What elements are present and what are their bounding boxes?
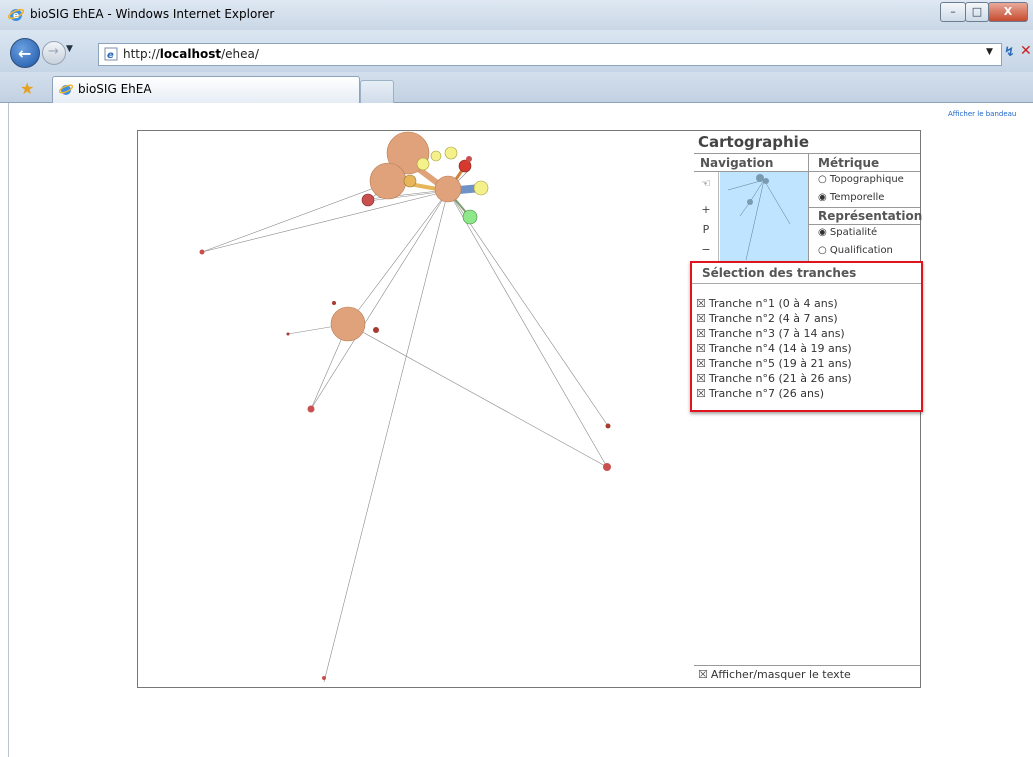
radio-spatialite[interactable]: ◉ Spatialité — [818, 227, 877, 238]
radio-icon: ○ — [818, 245, 827, 256]
zoom-out-button[interactable]: − — [697, 242, 715, 258]
window-titlebar: e bioSIG EhEA - Windows Internet Explore… — [0, 0, 1033, 30]
show-banner-link[interactable]: Afficher le bandeau — [948, 110, 1016, 118]
url-text: http://localhost/ehea/ — [123, 47, 259, 61]
zoom-in-button[interactable]: + — [697, 202, 715, 218]
radio-topographique[interactable]: ○ Topographique — [818, 174, 904, 185]
maximize-button[interactable]: □ — [965, 2, 989, 22]
tab-biosig[interactable]: bioSIG EhEA — [52, 76, 360, 103]
svg-text:e: e — [107, 50, 114, 61]
network-graph — [199, 131, 611, 683]
graph-node — [361, 193, 375, 207]
back-button[interactable]: ← — [10, 38, 40, 68]
graph-node — [605, 423, 611, 429]
checkbox-icon: ☒ — [696, 327, 706, 340]
tranche-checkbox[interactable]: ☒ Tranche n°3 (7 à 14 ans) — [696, 327, 845, 340]
address-bar[interactable]: e http://localhost/ehea/ ▼ — [98, 43, 1002, 66]
checkbox-icon: ☒ — [696, 342, 706, 355]
tranche-checkbox[interactable]: ☒ Tranche n°5 (19 à 21 ans) — [696, 357, 852, 370]
radio-icon: ◉ — [818, 227, 827, 238]
graph-node — [416, 157, 430, 171]
graph-node — [462, 209, 478, 225]
divider — [694, 665, 920, 666]
show-text-toggle[interactable]: ☒ Afficher/masquer le texte — [698, 668, 851, 681]
divider — [808, 207, 920, 208]
pan-hand-icon[interactable]: ☜ — [697, 176, 715, 192]
graph-node — [332, 301, 336, 305]
checkbox-icon: ☒ — [696, 312, 706, 325]
network-map[interactable] — [137, 130, 696, 688]
favorites-star-icon[interactable]: ★ — [20, 79, 34, 98]
tranches-selection-panel: Sélection des tranches ☒ Tranche n°1 (0 à… — [690, 261, 923, 412]
refresh-icon[interactable]: ↯ — [1004, 45, 1015, 60]
tranche-checkbox[interactable]: ☒ Tranche n°7 (26 ans) — [696, 387, 824, 400]
graph-node — [603, 463, 611, 471]
window-title: bioSIG EhEA - Windows Internet Explorer — [30, 7, 275, 21]
divider — [692, 283, 921, 284]
checkbox-icon: ☒ — [696, 372, 706, 385]
page-icon: e — [104, 47, 118, 61]
p-button[interactable]: P — [697, 222, 715, 238]
tab-title: bioSIG EhEA — [78, 82, 152, 96]
radio-qualification[interactable]: ○ Qualification — [818, 245, 893, 256]
close-button[interactable]: X — [988, 2, 1028, 22]
graph-node — [373, 327, 379, 333]
history-dropdown-icon[interactable]: ▼ — [66, 44, 73, 54]
svg-text:e: e — [13, 11, 19, 21]
tranches-header: Sélection des tranches — [702, 266, 857, 280]
ie-tab-icon — [59, 84, 73, 95]
forward-button[interactable]: → — [42, 41, 66, 65]
graph-nodes — [199, 131, 611, 680]
checkbox-icon: ☒ — [696, 297, 706, 310]
radio-icon: ○ — [818, 174, 827, 185]
tranche-checkbox[interactable]: ☒ Tranche n°6 (21 à 26 ans) — [696, 372, 852, 385]
representation-header: Représentation — [818, 209, 923, 223]
graph-node — [307, 405, 315, 413]
graph-node — [466, 156, 472, 162]
graph-node — [434, 175, 462, 203]
graph-node — [444, 146, 458, 160]
radio-icon: ◉ — [818, 192, 827, 203]
metrique-header: Métrique — [818, 156, 880, 170]
navigation-header: Navigation — [700, 156, 774, 170]
graph-node — [403, 174, 417, 188]
graph-node — [286, 332, 290, 336]
minimize-button[interactable]: – — [940, 2, 966, 22]
back-arrow-icon: ← — [18, 44, 32, 63]
minimap-graph — [727, 174, 791, 261]
ie-logo-icon: e — [8, 8, 24, 21]
minimap[interactable] — [720, 172, 808, 262]
graph-node — [330, 306, 366, 342]
divider — [694, 153, 920, 154]
graph-node — [199, 249, 205, 255]
tranche-checkbox[interactable]: ☒ Tranche n°1 (0 à 4 ans) — [696, 297, 838, 310]
divider — [808, 224, 920, 225]
panel-title: Cartographie — [698, 133, 809, 151]
graph-links — [201, 160, 609, 683]
graph-node — [430, 150, 442, 162]
navigation-tools: ☜ + P − — [694, 172, 719, 262]
tranche-checkbox[interactable]: ☒ Tranche n°2 (4 à 7 ans) — [696, 312, 838, 325]
tranche-checkbox[interactable]: ☒ Tranche n°4 (14 à 19 ans) — [696, 342, 852, 355]
forward-arrow-icon: → — [48, 44, 59, 59]
graph-node — [369, 162, 407, 200]
radio-temporelle[interactable]: ◉ Temporelle — [818, 192, 884, 203]
checkbox-icon: ☒ — [698, 668, 708, 681]
checkbox-icon: ☒ — [696, 357, 706, 370]
checkbox-icon: ☒ — [696, 387, 706, 400]
window-controls: – □ X — [940, 2, 1028, 22]
address-dropdown-icon[interactable]: ▼ — [986, 47, 993, 57]
graph-node — [322, 676, 326, 680]
new-tab-button[interactable] — [360, 80, 394, 103]
graph-node — [473, 180, 489, 196]
content-left-border — [8, 103, 9, 757]
stop-icon[interactable]: ✕ — [1020, 43, 1032, 59]
